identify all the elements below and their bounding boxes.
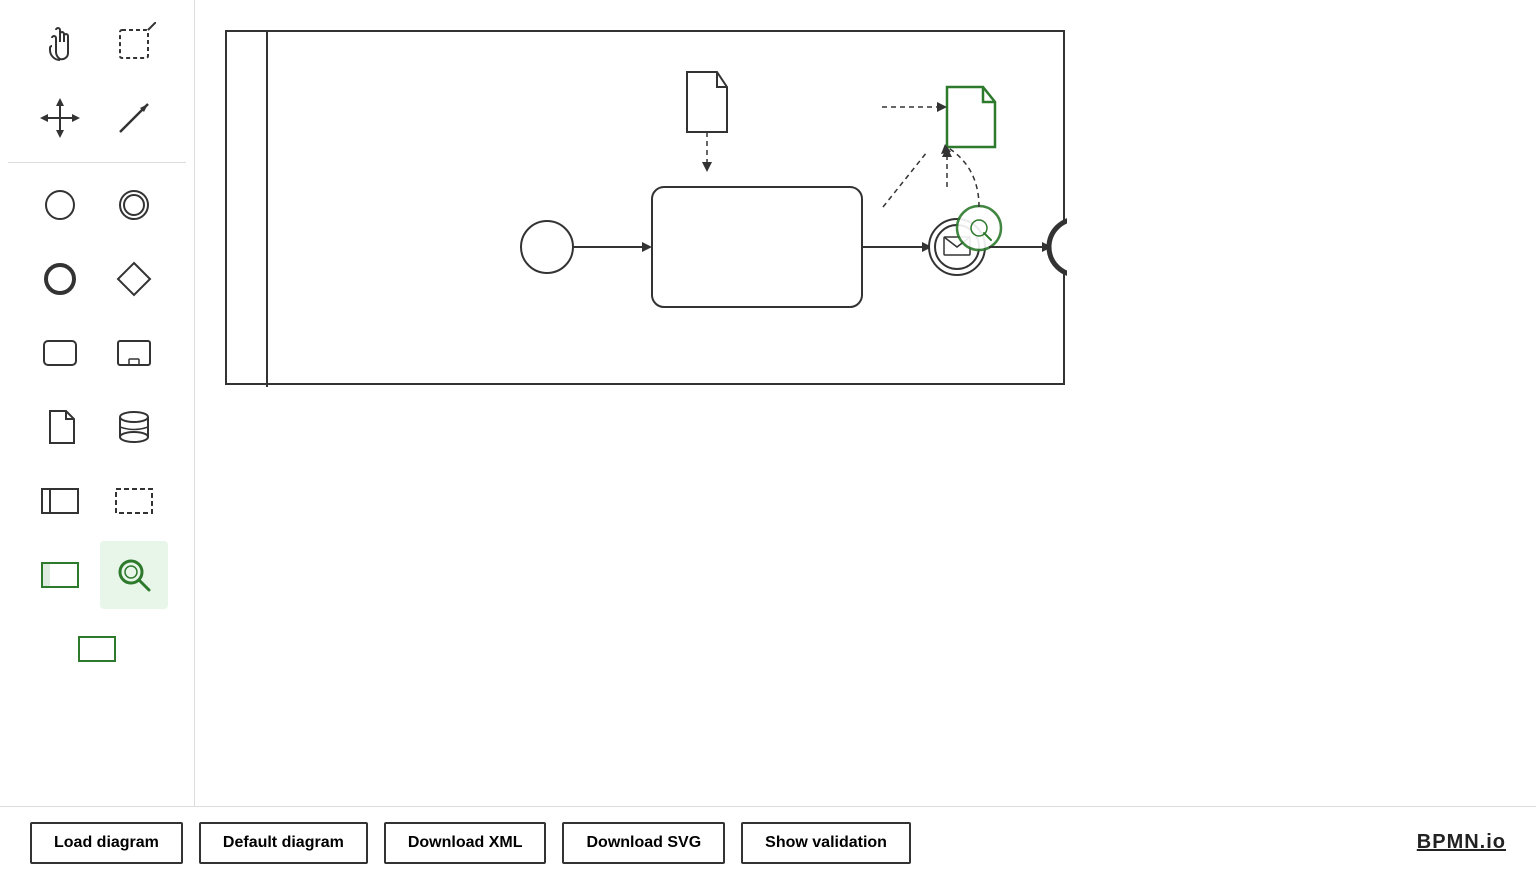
main-area <box>0 0 1536 806</box>
tools-row-1 <box>8 10 186 78</box>
task-icon <box>38 331 82 375</box>
footer: Load diagram Default diagram Download XM… <box>0 806 1536 878</box>
intermediate-event-icon <box>112 183 156 227</box>
default-diagram-button[interactable]: Default diagram <box>199 822 368 864</box>
subprocess-shape[interactable] <box>100 319 168 387</box>
gateway-shape[interactable] <box>100 245 168 313</box>
group-icon <box>75 627 119 671</box>
sidebar-divider-1 <box>8 162 186 163</box>
shapes-row-7 <box>8 615 186 683</box>
pool-shape[interactable] <box>26 467 94 535</box>
shapes-row-2 <box>8 245 186 313</box>
sidebar <box>0 0 195 806</box>
data-store-icon <box>112 405 156 449</box>
start-event-icon <box>38 183 82 227</box>
hand-icon <box>38 22 82 66</box>
end-event-icon <box>38 257 82 301</box>
search-replace-tool[interactable] <box>100 541 168 609</box>
frame-shape[interactable] <box>26 541 94 609</box>
lasso-tool[interactable] <box>100 10 168 78</box>
canvas-area[interactable] <box>195 0 1536 806</box>
load-diagram-button[interactable]: Load diagram <box>30 822 183 864</box>
lasso-icon <box>112 22 156 66</box>
hand-tool[interactable] <box>26 10 94 78</box>
lane-shape[interactable] <box>100 467 168 535</box>
end-event-shape[interactable] <box>26 245 94 313</box>
lane-icon <box>112 479 156 523</box>
show-validation-button[interactable]: Show validation <box>741 822 911 864</box>
move-icon <box>38 96 82 140</box>
bpmn-logo: BPMN.io <box>1417 831 1506 854</box>
shapes-row-6 <box>8 541 186 609</box>
connect-icon <box>112 96 156 140</box>
task-shape[interactable] <box>26 319 94 387</box>
data-store-shape[interactable] <box>100 393 168 461</box>
start-event-shape[interactable] <box>26 171 94 239</box>
gateway-icon <box>112 257 156 301</box>
subprocess-icon <box>112 331 156 375</box>
search-replace-icon <box>112 553 156 597</box>
data-object-icon <box>38 405 82 449</box>
diagram-container[interactable] <box>225 30 1065 385</box>
intermediate-event-shape[interactable] <box>100 171 168 239</box>
tools-row-2 <box>8 84 186 152</box>
move-tool[interactable] <box>26 84 94 152</box>
shapes-row-4 <box>8 393 186 461</box>
frame-icon <box>38 553 82 597</box>
connect-tool[interactable] <box>100 84 168 152</box>
shapes-row-5 <box>8 467 186 535</box>
shapes-row-1 <box>8 171 186 239</box>
pool-icon <box>38 479 82 523</box>
data-object-shape[interactable] <box>26 393 94 461</box>
group-shape[interactable] <box>63 615 131 683</box>
shapes-row-3 <box>8 319 186 387</box>
bpmn-diagram-svg <box>227 32 1067 387</box>
download-xml-button[interactable]: Download XML <box>384 822 547 864</box>
download-svg-button[interactable]: Download SVG <box>562 822 725 864</box>
